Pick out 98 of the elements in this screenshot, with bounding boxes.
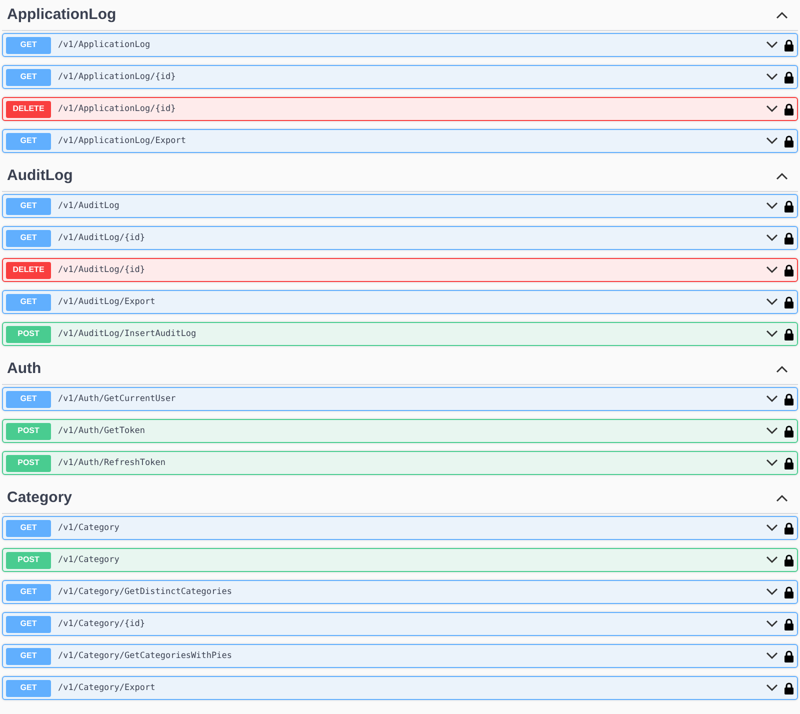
operation-row[interactable]: DELETE /v1/AuditLog/{id} (2, 258, 798, 282)
method-badge: GET (6, 230, 51, 246)
endpoint-path: /v1/Category (58, 522, 120, 534)
lock-icon[interactable] (784, 522, 794, 534)
chevron-icon[interactable] (776, 11, 788, 19)
lock-icon[interactable] (784, 618, 794, 630)
lock-icon[interactable] (784, 232, 794, 244)
method-badge: GET (6, 390, 51, 408)
endpoint-path: /v1/ApplicationLog/{id} (58, 70, 177, 84)
endpoint-path: /v1/Category/Export (58, 682, 156, 694)
lock-icon[interactable] (784, 328, 794, 340)
operation-row[interactable]: GET /v1/Category/GetCategoriesWithPies (2, 644, 798, 668)
chevron-icon[interactable] (776, 494, 788, 502)
endpoint-path: /v1/Category/GetCategoriesWithPies (58, 650, 233, 662)
lock-icon[interactable] (784, 38, 794, 52)
endpoint-path: /v1/Auth/GetCurrentUser (58, 392, 177, 406)
method-badge: GET (6, 68, 51, 86)
chevron-icon[interactable] (766, 234, 778, 242)
chevron-icon[interactable] (766, 524, 778, 532)
chevron-icon[interactable] (766, 684, 778, 692)
operation-row[interactable]: DELETE /v1/ApplicationLog/{id} (2, 97, 798, 121)
chevron-icon[interactable] (766, 427, 778, 435)
endpoint-path: /v1/ApplicationLog/{id} (58, 102, 177, 116)
lock-icon[interactable] (784, 554, 794, 566)
method-badge: GET (6, 648, 51, 664)
chevron-icon[interactable] (766, 588, 778, 596)
chevron-icon[interactable] (766, 459, 778, 467)
operation-row[interactable]: GET /v1/AuditLog (2, 194, 798, 218)
section-title: ApplicationLog (7, 4, 116, 25)
section-title: AuditLog (7, 166, 73, 186)
operation-row[interactable]: POST /v1/Auth/GetToken (2, 419, 798, 443)
endpoint-path: /v1/ApplicationLog (58, 38, 152, 52)
lock-icon[interactable] (784, 70, 794, 84)
chevron-icon[interactable] (776, 365, 788, 373)
method-badge: GET (6, 132, 51, 150)
lock-icon[interactable] (784, 392, 794, 406)
operation-row[interactable]: GET /v1/ApplicationLog/{id} (2, 65, 798, 89)
lock-icon[interactable] (784, 264, 794, 276)
chevron-icon[interactable] (766, 41, 778, 49)
method-badge: GET (6, 584, 51, 600)
method-badge: GET (6, 36, 51, 54)
endpoint-path: /v1/AuditLog (58, 200, 120, 212)
method-badge: GET (6, 198, 51, 214)
operation-row[interactable]: GET /v1/AuditLog/Export (2, 290, 798, 314)
section-title: Category (7, 488, 72, 508)
operation-row[interactable]: GET /v1/ApplicationLog/Export (2, 129, 798, 153)
method-badge: GET (6, 520, 51, 536)
lock-icon[interactable] (784, 682, 794, 694)
chevron-icon[interactable] (766, 395, 778, 403)
lock-icon[interactable] (784, 134, 794, 148)
endpoint-path: /v1/Auth/GetToken (58, 424, 146, 438)
lock-icon[interactable] (784, 650, 794, 662)
lock-icon[interactable] (784, 424, 794, 438)
chevron-icon[interactable] (766, 556, 778, 564)
method-badge: POST (6, 326, 51, 342)
chevron-icon[interactable] (766, 105, 778, 113)
operation-row[interactable]: POST /v1/Auth/RefreshToken (2, 451, 798, 475)
endpoint-path: /v1/Category/{id} (58, 618, 146, 630)
lock-icon[interactable] (784, 456, 794, 470)
chevron-icon[interactable] (766, 137, 778, 145)
operation-row[interactable]: POST /v1/Category (2, 548, 798, 572)
method-badge: DELETE (6, 262, 51, 278)
endpoint-path: /v1/Category (58, 554, 120, 566)
method-badge: POST (6, 552, 51, 568)
operation-row[interactable]: GET /v1/Auth/GetCurrentUser (2, 387, 798, 411)
chevron-icon[interactable] (776, 172, 788, 180)
endpoint-path: /v1/AuditLog/InsertAuditLog (58, 328, 198, 340)
chevron-icon[interactable] (766, 202, 778, 210)
operation-row[interactable]: GET /v1/AuditLog/{id} (2, 226, 798, 250)
chevron-icon[interactable] (766, 73, 778, 81)
chevron-icon[interactable] (766, 652, 778, 660)
endpoint-path: /v1/AuditLog/{id} (58, 232, 146, 244)
method-badge: GET (6, 680, 51, 696)
method-badge: GET (6, 616, 51, 632)
operation-row[interactable]: GET /v1/Category/{id} (2, 612, 798, 636)
lock-icon[interactable] (784, 296, 794, 308)
chevron-icon[interactable] (766, 298, 778, 306)
endpoint-path: /v1/AuditLog/{id} (58, 264, 146, 276)
chevron-icon[interactable] (766, 620, 778, 628)
method-badge: DELETE (6, 100, 51, 118)
lock-icon[interactable] (784, 200, 794, 212)
endpoint-path: /v1/Auth/RefreshToken (58, 456, 166, 470)
operation-row[interactable]: GET /v1/ApplicationLog (2, 33, 798, 57)
operation-row[interactable]: GET /v1/Category (2, 516, 798, 540)
operation-row[interactable]: POST /v1/AuditLog/InsertAuditLog (2, 322, 798, 346)
method-badge: POST (6, 454, 51, 472)
operation-row[interactable]: GET /v1/Category/GetDistinctCategories (2, 580, 798, 604)
endpoint-path: /v1/AuditLog/Export (58, 296, 156, 308)
lock-icon[interactable] (784, 102, 794, 116)
endpoint-path: /v1/Category/GetDistinctCategories (58, 586, 233, 598)
operation-row[interactable]: GET /v1/Category/Export (2, 676, 798, 700)
lock-icon[interactable] (784, 586, 794, 598)
chevron-icon[interactable] (766, 330, 778, 338)
section-title: Auth (7, 358, 42, 379)
endpoint-path: /v1/ApplicationLog/Export (58, 134, 187, 148)
method-badge: GET (6, 294, 51, 310)
chevron-icon[interactable] (766, 266, 778, 274)
method-badge: POST (6, 422, 51, 440)
